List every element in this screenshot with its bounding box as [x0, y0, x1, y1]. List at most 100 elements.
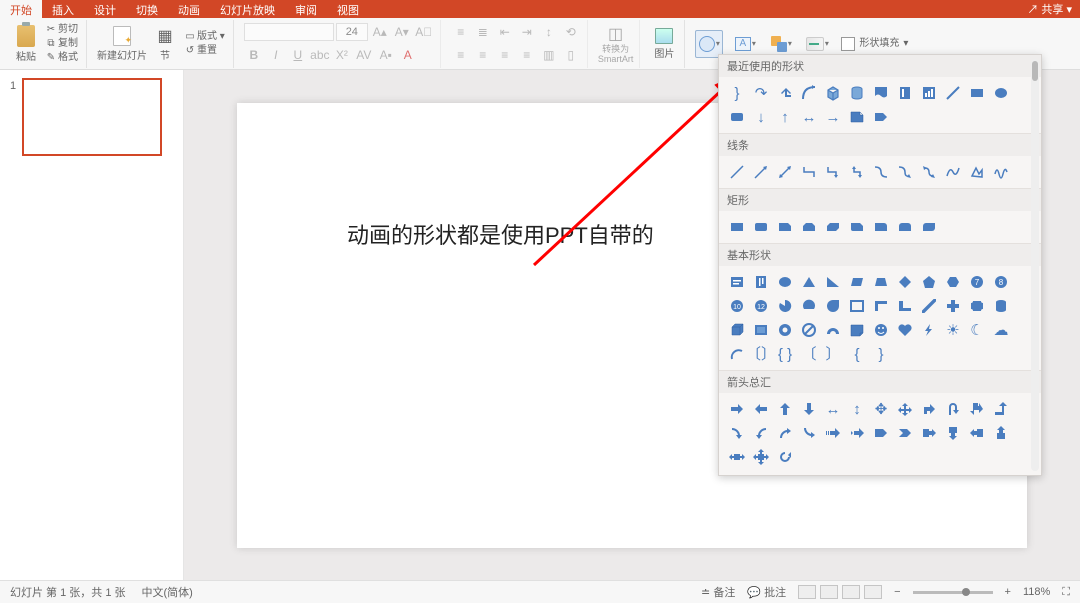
shape-hexagon[interactable] [941, 270, 965, 294]
tab-animations[interactable]: 动画 [168, 0, 210, 18]
shape-teardrop[interactable] [821, 294, 845, 318]
shape-snip-round-single[interactable] [845, 215, 869, 239]
shape-elbow-double-arrow[interactable] [845, 160, 869, 184]
shape-can[interactable] [989, 294, 1013, 318]
shape-curved-connector-plain[interactable] [869, 160, 893, 184]
shape-left-brace[interactable]: { [845, 342, 869, 366]
shape-quad-arrow-callout[interactable] [749, 445, 773, 469]
shape-folded-corner-basic[interactable] [845, 318, 869, 342]
tab-home[interactable]: 开始 [0, 0, 42, 18]
shape-right-brace-basic[interactable]: } [869, 342, 893, 366]
shape-right-bracket[interactable]: 〕 [821, 342, 845, 366]
slide-thumbnail-1[interactable]: 1 [10, 78, 173, 156]
shape-line-arrow[interactable] [749, 160, 773, 184]
shape-folded-corner[interactable] [845, 105, 869, 129]
format-painter-button[interactable]: ✎格式 [44, 51, 80, 65]
fit-to-window-button[interactable]: ⛶ [1062, 586, 1070, 599]
shape-frame[interactable] [845, 294, 869, 318]
decrease-font-button[interactable]: A▾ [392, 22, 412, 42]
cut-button[interactable]: ✂剪切 [44, 23, 80, 37]
new-slide-button[interactable]: 新建幻灯片 [97, 26, 147, 62]
shape-text-box-vertical[interactable] [893, 81, 917, 105]
shape-parallelogram[interactable] [845, 270, 869, 294]
shape-round-same-side[interactable] [893, 215, 917, 239]
bold-button[interactable]: B [244, 45, 264, 65]
shape-snip-same-side[interactable] [797, 215, 821, 239]
shape-left-bracket[interactable]: 〔 [797, 342, 821, 366]
italic-button[interactable]: I [266, 45, 286, 65]
shape-elbow-arrow[interactable] [821, 160, 845, 184]
shape-rect[interactable] [725, 215, 749, 239]
shape-l-shape[interactable] [893, 294, 917, 318]
superscript-button[interactable]: X² [332, 45, 352, 65]
clear-formatting-button[interactable]: A⃠ [414, 22, 434, 42]
slideshow-view-button[interactable] [864, 585, 882, 599]
shape-bevel[interactable] [749, 318, 773, 342]
shape-line-straight[interactable] [725, 160, 749, 184]
align-text-button[interactable]: ▯ [561, 45, 581, 65]
zoom-in-button[interactable]: + [1005, 586, 1011, 598]
shape-curved-connector[interactable] [797, 81, 821, 105]
shape-snip-diagonal[interactable] [821, 215, 845, 239]
comments-button[interactable]: 💬 批注 [747, 584, 786, 600]
shape-freeform[interactable] [965, 160, 989, 184]
shape-rectangle[interactable] [965, 81, 989, 105]
shape-striped-right-arrow[interactable] [821, 421, 845, 445]
paste-button[interactable]: 粘贴 [12, 25, 40, 63]
shape-round-rect[interactable] [749, 215, 773, 239]
shape-text-box-h[interactable] [725, 270, 749, 294]
convert-smartart-button[interactable]: ◫ 转换为 SmartArt [598, 24, 634, 64]
shape-snip-single[interactable] [773, 215, 797, 239]
columns-button[interactable]: ▥ [539, 45, 559, 65]
section-button[interactable]: ▦ 节 [151, 26, 179, 62]
tab-insert[interactable]: 插入 [42, 0, 84, 18]
line-spacing-button[interactable]: ↕ [539, 22, 559, 42]
tab-design[interactable]: 设计 [84, 0, 126, 18]
shape-right-arrow-callout[interactable] [917, 421, 941, 445]
font-highlight-button[interactable]: A▪ [376, 45, 396, 65]
char-spacing-button[interactable]: AV [354, 45, 374, 65]
shape-double-brace[interactable]: { } [773, 342, 797, 366]
shape-cube[interactable] [821, 81, 845, 105]
shape-dodecagon[interactable]: 12 [749, 294, 773, 318]
slide-thumbnail-preview[interactable] [22, 78, 162, 156]
shape-curved-arrow-connector[interactable] [893, 160, 917, 184]
shape-pentagon-arrow[interactable] [869, 105, 893, 129]
text-direction-button[interactable]: ⟲ [561, 22, 581, 42]
shape-chevron[interactable] [893, 421, 917, 445]
shape-curved-left-arrow[interactable] [749, 421, 773, 445]
shape-lightning[interactable] [917, 318, 941, 342]
reading-view-button[interactable] [842, 585, 860, 599]
shape-block-up-arrow[interactable] [773, 397, 797, 421]
notes-button[interactable]: ≐ 备注 [701, 584, 735, 600]
shape-curved-down-arrow[interactable] [797, 421, 821, 445]
tab-view[interactable]: 视图 [327, 0, 369, 18]
shape-circular-arrow[interactable] [773, 445, 797, 469]
share-button[interactable]: ↗ 共享 ▾ [1027, 1, 1072, 17]
underline-button[interactable]: U [288, 45, 308, 65]
shape-plus[interactable] [941, 294, 965, 318]
shape-up-arrow-callout[interactable] [989, 421, 1013, 445]
decrease-indent-button[interactable]: ⇤ [495, 22, 515, 42]
shape-round-diagonal[interactable] [917, 215, 941, 239]
layout-button[interactable]: ▭版式 ▾ [183, 30, 227, 44]
shape-block-left-arrow[interactable] [749, 397, 773, 421]
align-center-button[interactable]: ≡ [473, 45, 493, 65]
shape-trapezoid[interactable] [869, 270, 893, 294]
shape-right-brace[interactable]: } [725, 81, 749, 105]
numbering-button[interactable]: ≣ [473, 22, 493, 42]
shape-pentagon[interactable] [917, 270, 941, 294]
shape-elbow-connector[interactable] [797, 160, 821, 184]
shape-left-arrow-callout[interactable] [965, 421, 989, 445]
shape-plaque[interactable] [965, 294, 989, 318]
shape-left-right-arrow[interactable]: ↔ [797, 105, 821, 129]
shape-curved-up-arrow[interactable] [773, 421, 797, 445]
normal-view-button[interactable] [798, 585, 816, 599]
shape-curve[interactable] [941, 160, 965, 184]
tab-slideshow[interactable]: 幻灯片放映 [210, 0, 285, 18]
shape-cube-basic[interactable] [725, 318, 749, 342]
shape-diagonal-stripe[interactable] [917, 294, 941, 318]
shape-text-box-v[interactable] [749, 270, 773, 294]
shape-cylinder[interactable] [845, 81, 869, 105]
font-color-button[interactable]: A [398, 45, 418, 65]
